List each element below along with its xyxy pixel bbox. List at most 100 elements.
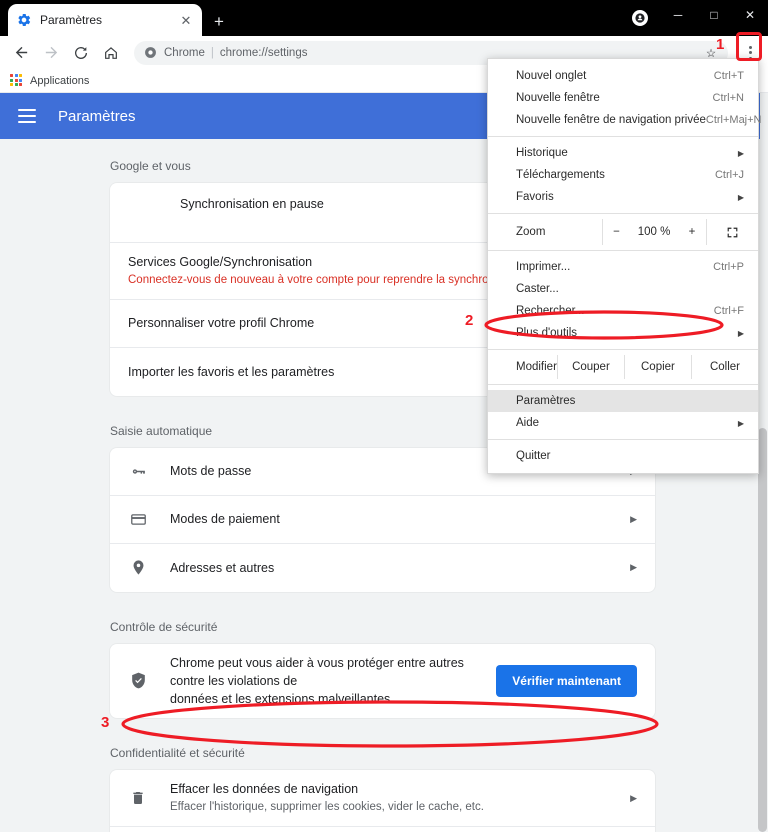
reload-icon bbox=[75, 46, 87, 59]
annotation-step-2: 2 bbox=[465, 312, 474, 329]
annotation-step-3: 3 bbox=[101, 714, 110, 731]
menu-separator bbox=[488, 439, 758, 440]
card-privacy-security: Effacer les données de navigation Efface… bbox=[110, 770, 655, 832]
menu-item-new-tab[interactable]: Nouvel onglet Ctrl+T bbox=[488, 65, 758, 87]
close-icon[interactable]: ✕ bbox=[178, 12, 194, 28]
close-window-button[interactable]: ✕ bbox=[732, 0, 768, 30]
menu-item-history[interactable]: Historique ▶ bbox=[488, 142, 758, 164]
chevron-right-icon: ▶ bbox=[737, 328, 744, 338]
menu-item-label: Nouvelle fenêtre de navigation privée bbox=[516, 114, 706, 126]
menu-row-zoom: Zoom − 100 % + bbox=[488, 219, 758, 245]
maximize-button[interactable]: □ bbox=[696, 0, 732, 30]
menu-item-label: Imprimer... bbox=[516, 261, 571, 273]
menu-row-edit: Modifier Couper Copier Coller bbox=[488, 355, 758, 379]
title-bar: Paramètres ✕ + ─ □ ✕ bbox=[0, 0, 768, 36]
menu-item-more-tools[interactable]: Plus d'outils ▶ bbox=[488, 322, 758, 344]
menu-item-shortcut: Ctrl+P bbox=[713, 261, 744, 273]
annotation-box-menu-button bbox=[736, 32, 762, 61]
home-button[interactable] bbox=[98, 40, 124, 66]
check-now-button[interactable]: Vérifier maintenant bbox=[496, 664, 637, 697]
arrow-left-icon bbox=[15, 46, 27, 59]
row-cookies[interactable]: Cookies et autres données des sites Les … bbox=[110, 827, 655, 832]
menu-item-label: Caster... bbox=[516, 283, 559, 295]
trash-icon bbox=[128, 788, 148, 808]
menu-item-label: Plus d'outils bbox=[516, 327, 578, 339]
menu-item-shortcut: Ctrl+F bbox=[713, 305, 744, 317]
shield-check-icon bbox=[128, 671, 148, 691]
menu-item-settings[interactable]: Paramètres bbox=[488, 390, 758, 412]
omnibox-url: chrome://settings bbox=[219, 46, 308, 59]
menu-item-bookmarks[interactable]: Favoris ▶ bbox=[488, 186, 758, 208]
location-pin-icon bbox=[128, 558, 148, 578]
menu-item-label: Rechercher... bbox=[516, 305, 585, 317]
fullscreen-icon bbox=[727, 227, 738, 237]
credit-card-icon bbox=[128, 509, 148, 529]
menu-item-new-window[interactable]: Nouvelle fenêtre Ctrl+N bbox=[488, 87, 758, 109]
zoom-level-value: 100 % bbox=[637, 226, 671, 238]
zoom-label: Zoom bbox=[516, 226, 546, 238]
page-title: Paramètres bbox=[58, 107, 136, 125]
tab-title: Paramètres bbox=[40, 13, 103, 27]
browser-window: Paramètres ✕ + ─ □ ✕ Chrome | chrome://s… bbox=[0, 0, 768, 832]
omnibox-scheme: Chrome bbox=[164, 46, 205, 59]
zoom-out-button[interactable]: − bbox=[602, 219, 630, 245]
cut-button[interactable]: Couper bbox=[556, 355, 624, 379]
chevron-right-icon: ▶ bbox=[737, 418, 744, 428]
forward-button[interactable] bbox=[38, 40, 64, 66]
menu-separator bbox=[488, 213, 758, 214]
section-label-safety-check: Contrôle de sécurité bbox=[110, 619, 218, 634]
row-title: Modes de paiement bbox=[170, 512, 280, 527]
chrome-logo-icon bbox=[145, 47, 156, 58]
profile-avatar[interactable] bbox=[632, 10, 648, 26]
row-addresses[interactable]: Adresses et autres ▶ bbox=[110, 544, 655, 592]
omnibox-separator: | bbox=[210, 46, 214, 59]
chrome-main-menu: Nouvel onglet Ctrl+T Nouvelle fenêtre Ct… bbox=[487, 58, 762, 474]
bookmark-label: Applications bbox=[30, 74, 90, 87]
edit-label: Modifier bbox=[516, 361, 557, 373]
row-title-line2: données et les extensions malveillantes bbox=[170, 692, 391, 707]
gear-icon bbox=[18, 13, 31, 27]
paste-button[interactable]: Coller bbox=[690, 355, 758, 379]
row-title: Chrome peut vous aider à vous protéger e… bbox=[170, 655, 464, 688]
scrollbar-thumb[interactable] bbox=[758, 428, 767, 832]
menu-item-find[interactable]: Rechercher... Ctrl+F bbox=[488, 300, 758, 322]
menu-item-label: Nouvel onglet bbox=[516, 70, 587, 82]
menu-item-help[interactable]: Aide ▶ bbox=[488, 412, 758, 434]
bookmark-item-applications[interactable]: Applications bbox=[10, 74, 89, 87]
row-clear-browsing-data[interactable]: Effacer les données de navigation Efface… bbox=[110, 770, 655, 827]
menu-item-label: Nouvelle fenêtre bbox=[516, 92, 600, 104]
fullscreen-button[interactable] bbox=[706, 219, 758, 245]
browser-tab-settings[interactable]: Paramètres ✕ bbox=[8, 4, 202, 36]
menu-item-label: Téléchargements bbox=[516, 169, 605, 181]
window-controls: ─ □ ✕ bbox=[660, 0, 768, 36]
reload-button[interactable] bbox=[68, 40, 94, 66]
copy-button[interactable]: Copier bbox=[623, 355, 691, 379]
menu-item-new-incognito-window[interactable]: Nouvelle fenêtre de navigation privée Ct… bbox=[488, 109, 762, 131]
new-tab-button[interactable]: + bbox=[206, 8, 232, 34]
apps-grid-icon bbox=[10, 74, 23, 87]
row-title: Adresses et autres bbox=[170, 560, 275, 575]
chevron-right-icon: ▶ bbox=[737, 192, 744, 202]
row-title: Effacer les données de navigation bbox=[170, 782, 359, 797]
menu-item-label: Favoris bbox=[516, 191, 554, 203]
menu-item-downloads[interactable]: Téléchargements Ctrl+J bbox=[488, 164, 758, 186]
menu-item-exit[interactable]: Quitter bbox=[488, 445, 758, 467]
menu-item-print[interactable]: Imprimer... Ctrl+P bbox=[488, 256, 758, 278]
avatar-icon bbox=[635, 13, 645, 23]
card-safety-check: Chrome peut vous aider à vous protéger e… bbox=[110, 643, 655, 719]
menu-separator bbox=[488, 250, 758, 251]
minimize-button[interactable]: ─ bbox=[660, 0, 696, 30]
menu-item-shortcut: Ctrl+T bbox=[713, 70, 744, 82]
home-icon bbox=[105, 46, 117, 59]
row-payment-methods[interactable]: Modes de paiement ▶ bbox=[110, 496, 655, 544]
arrow-right-icon bbox=[45, 46, 57, 59]
section-label-privacy: Confidentialité et sécurité bbox=[110, 746, 245, 761]
menu-separator bbox=[488, 136, 758, 137]
row-safety-check: Chrome peut vous aider à vous protéger e… bbox=[110, 644, 655, 718]
zoom-in-button[interactable]: + bbox=[678, 219, 706, 245]
chevron-right-icon: ▶ bbox=[630, 792, 637, 803]
back-button[interactable] bbox=[8, 40, 34, 66]
menu-separator bbox=[488, 349, 758, 350]
menu-item-cast[interactable]: Caster... bbox=[488, 278, 758, 300]
hamburger-menu-icon[interactable] bbox=[18, 109, 36, 123]
